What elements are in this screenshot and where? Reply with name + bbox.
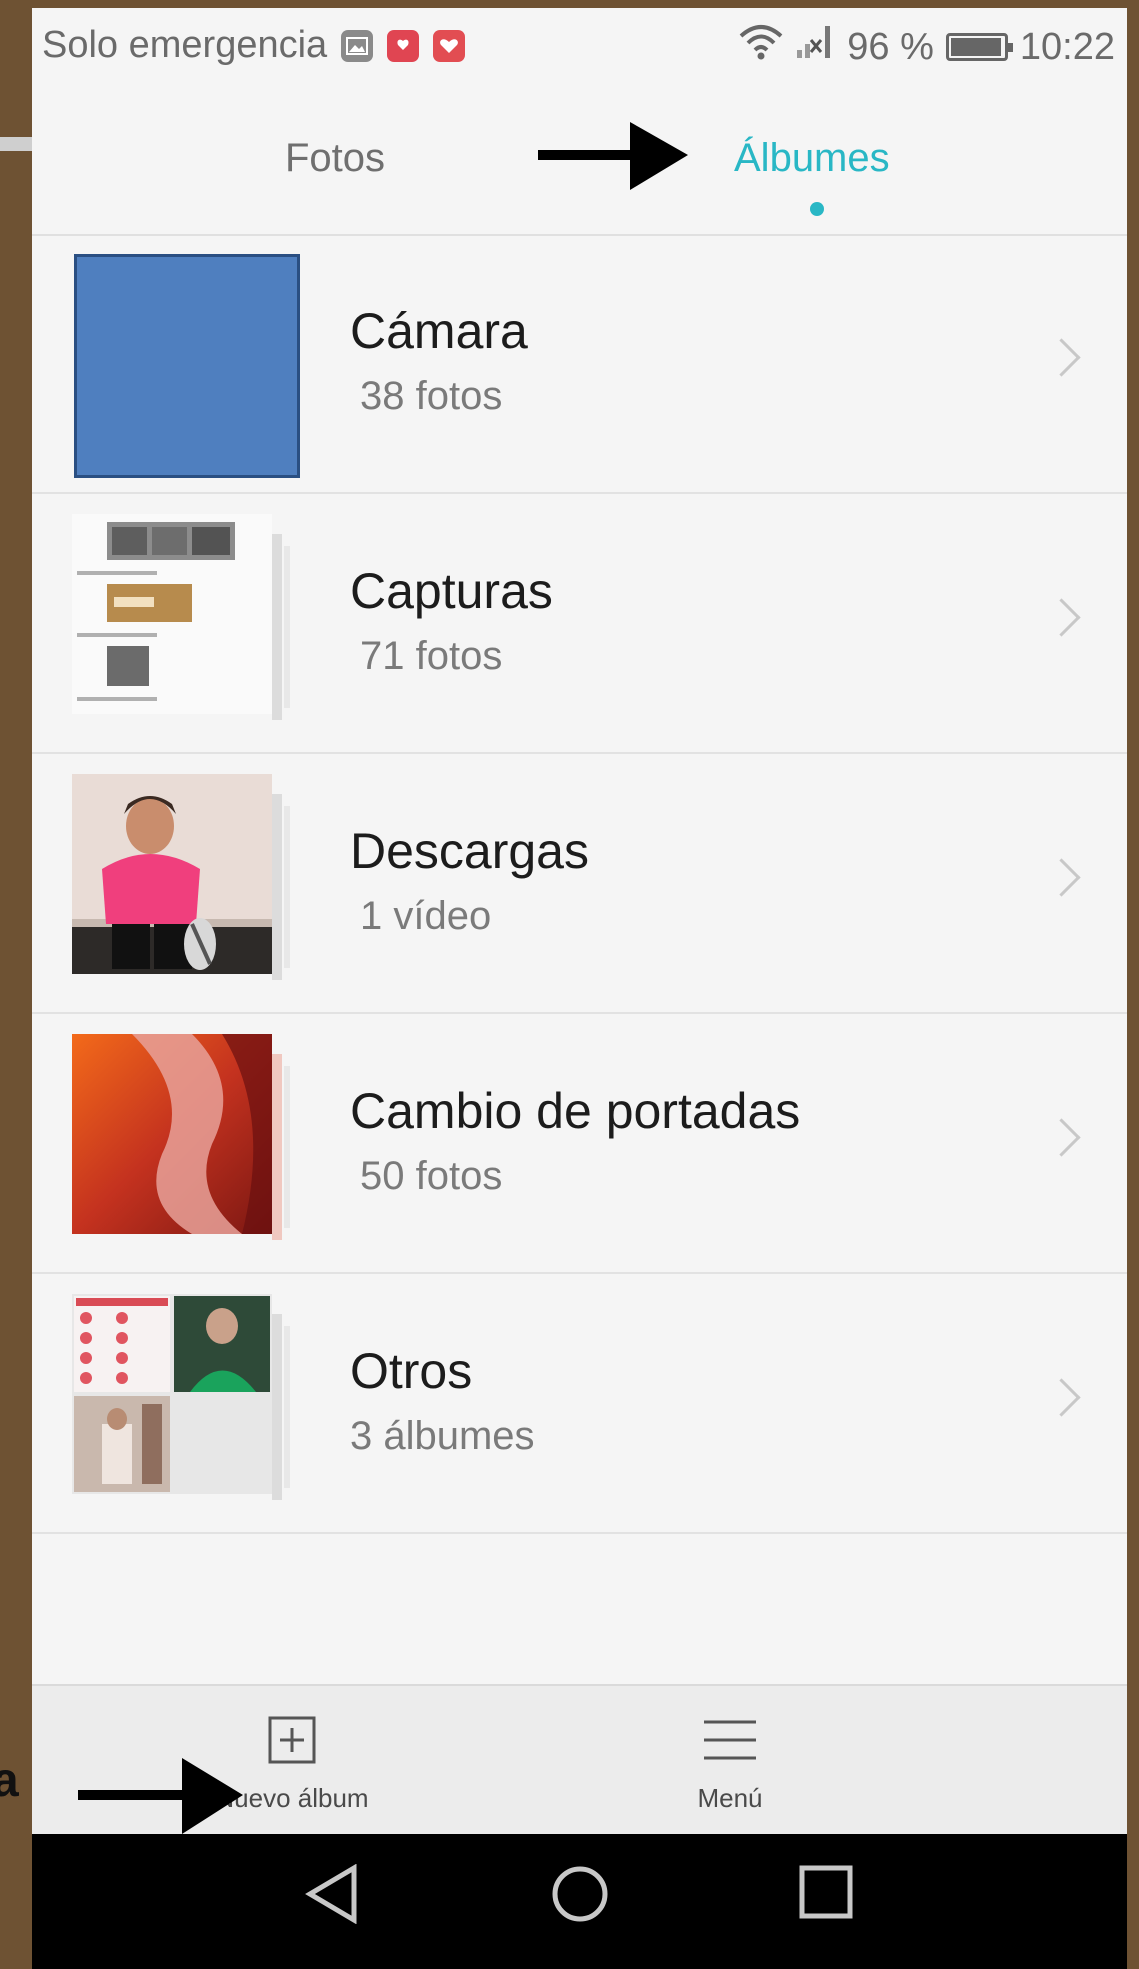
chevron-right-icon: [1042, 858, 1081, 897]
album-stack-edge: [272, 794, 282, 980]
album-stack-edge: [284, 1326, 290, 1488]
album-row-otros[interactable]: Otros 3 álbumes: [32, 1274, 1127, 1534]
album-stack-edge: [284, 546, 290, 708]
chevron-right-icon: [1042, 1118, 1081, 1157]
album-count: 38 fotos: [360, 374, 503, 418]
menu-button[interactable]: Menú: [630, 1716, 830, 1814]
gallery-notification-icon: [341, 29, 374, 62]
phone-screen: Solo emergencia 96 % 10:22 Fotos Álbumes…: [32, 8, 1127, 1969]
album-stack-edge: [284, 1066, 290, 1228]
carrier-text: Solo emergencia: [42, 24, 328, 66]
huawei-app-icon: [387, 29, 420, 62]
tab-fotos[interactable]: Fotos: [285, 136, 385, 181]
album-stack-edge: [272, 1054, 282, 1240]
album-title: Descargas: [350, 823, 589, 879]
album-count: 3 álbumes: [350, 1414, 535, 1458]
battery-icon: [945, 33, 1013, 61]
chevron-right-icon: [1042, 338, 1081, 377]
album-count: 71 fotos: [360, 634, 503, 678]
album-thumbnail: [72, 1034, 272, 1234]
status-bar: Solo emergencia 96 % 10:22: [32, 8, 1127, 86]
album-thumbnail: [74, 254, 300, 478]
album-stack-edge: [284, 806, 290, 968]
album-thumbnail: [72, 514, 272, 714]
album-row-cambio-de-portadas[interactable]: Cambio de portadas 50 fotos: [32, 1014, 1127, 1274]
active-tab-indicator: [810, 202, 824, 216]
tab-albumes[interactable]: Álbumes: [734, 136, 890, 181]
album-count: 1 vídeo: [360, 894, 492, 938]
album-title: Capturas: [350, 563, 553, 619]
edge-letter: a: [0, 1754, 19, 1807]
chevron-right-icon: [1042, 1378, 1081, 1417]
album-stack-edge: [272, 534, 282, 720]
album-row-camara[interactable]: Cámara 38 fotos: [32, 234, 1127, 494]
album-stack-edge: [272, 1314, 282, 1500]
navigation-bar: [32, 1834, 1127, 1969]
annotation-arrow-albumes: [538, 122, 688, 190]
menu-icon: [702, 1716, 758, 1769]
wifi-icon: [739, 24, 783, 70]
album-title: Cámara: [350, 303, 528, 359]
chevron-right-icon: [1042, 598, 1081, 637]
album-title: Otros: [350, 1343, 473, 1399]
battery-percent: 96 %: [847, 25, 934, 68]
album-row-capturas[interactable]: Capturas 71 fotos: [32, 494, 1127, 754]
heart-app-icon: [433, 29, 466, 62]
no-signal-icon: [795, 24, 835, 70]
add-box-icon: [268, 1716, 316, 1769]
album-list: Cámara 38 fotos Capturas 71 fotos Descar…: [32, 234, 1127, 1534]
album-row-descargas[interactable]: Descargas 1 vídeo: [32, 754, 1127, 1014]
clock: 10:22: [1019, 25, 1115, 68]
back-icon[interactable]: [304, 1863, 360, 1929]
home-icon[interactable]: [550, 1864, 610, 1929]
menu-label: Menú: [697, 1783, 763, 1813]
album-thumbnail: [72, 774, 272, 974]
annotation-arrow-new-album: [78, 1758, 243, 1834]
album-count: 50 fotos: [360, 1154, 503, 1198]
album-thumbnail: [72, 1294, 272, 1494]
recents-icon[interactable]: [798, 1864, 854, 1925]
album-title: Cambio de portadas: [350, 1083, 801, 1139]
